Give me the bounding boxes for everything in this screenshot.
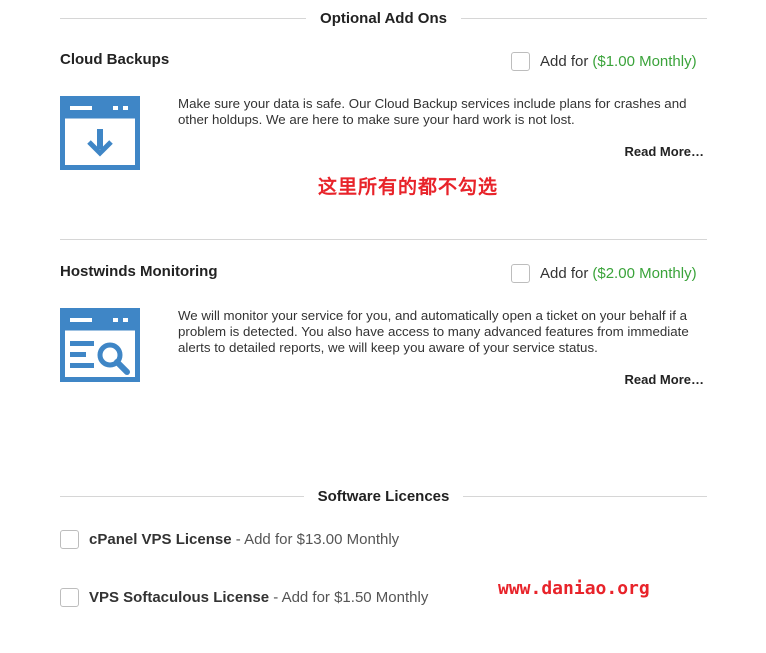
- header-line-right: [463, 495, 707, 497]
- monitor-search-window-icon: [60, 308, 140, 382]
- checkbox[interactable]: [60, 530, 79, 549]
- hostwinds-monitoring-title: Hostwinds Monitoring: [60, 263, 218, 280]
- header-line-left: [60, 17, 307, 19]
- download-window-icon: [60, 96, 140, 170]
- software-licences-header: Software Licences: [60, 484, 707, 508]
- watermark-url: www.daniao.org: [498, 578, 650, 599]
- cloud-backups-add-checkbox[interactable]: Add for ($1.00 Monthly): [511, 52, 697, 71]
- header-line-right: [460, 17, 707, 19]
- cloud-backups-title: Cloud Backups: [60, 51, 170, 68]
- add-for-label: Add for: [540, 53, 589, 70]
- hostwinds-monitoring-description: We will monitor your service for you, an…: [178, 308, 689, 355]
- cloud-backups-description: Make sure your data is safe. Our Cloud B…: [178, 96, 687, 127]
- software-licences-title: Software Licences: [317, 487, 450, 505]
- cpanel-vps-license-checkbox[interactable]: cPanel VPS License - Add for $13.00 Mont…: [60, 530, 399, 549]
- hostwinds-monitoring-add-checkbox[interactable]: Add for ($2.00 Monthly): [511, 264, 697, 283]
- add-for-label: Add for: [540, 265, 589, 282]
- optional-addons-header: Optional Add Ons: [60, 6, 707, 30]
- checkbox[interactable]: [511, 264, 530, 283]
- vps-softaculous-license-name: VPS Softaculous License: [89, 589, 270, 606]
- header-line-left: [60, 495, 304, 497]
- hostwinds-monitoring-price: ($2.00 Monthly): [592, 265, 697, 282]
- cloud-backups-price: ($1.00 Monthly): [592, 53, 697, 70]
- hostwinds-monitoring-read-more-link[interactable]: Read More…: [625, 372, 704, 387]
- vps-softaculous-license-price: - Add for $1.50 Monthly: [269, 589, 429, 606]
- section-divider: [60, 239, 707, 240]
- checkbox[interactable]: [60, 588, 79, 607]
- vps-softaculous-license-checkbox[interactable]: VPS Softaculous License - Add for $1.50 …: [60, 588, 428, 607]
- optional-addons-title: Optional Add Ons: [320, 9, 447, 27]
- cloud-backups-read-more-link[interactable]: Read More…: [625, 144, 704, 159]
- cpanel-vps-license-name: cPanel VPS License: [89, 531, 232, 548]
- annotation-note: 这里所有的都不勾选: [318, 176, 499, 198]
- cpanel-vps-license-price: - Add for $13.00 Monthly: [231, 531, 400, 548]
- checkbox[interactable]: [511, 52, 530, 71]
